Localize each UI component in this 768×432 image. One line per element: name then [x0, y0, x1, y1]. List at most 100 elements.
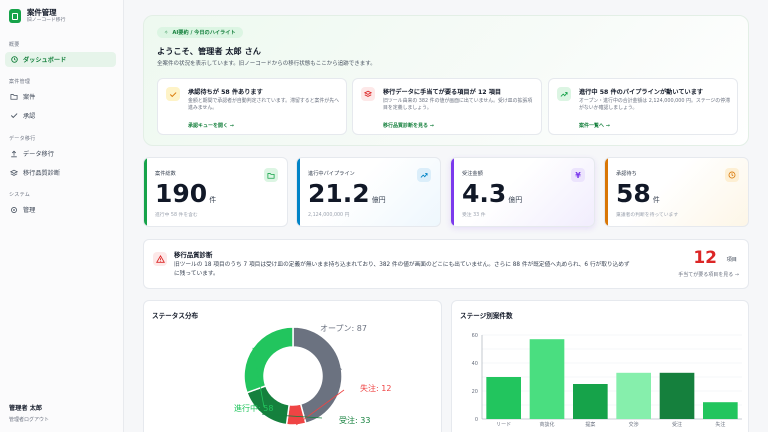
main-content: ✧ AI要約 / 今日のハイライト ようこそ、管理者 太郎 さん 全案件の状況を…: [124, 0, 768, 432]
kpi-total-cases[interactable]: 案件総数 190 件 進行中 58 件を含む: [143, 157, 288, 227]
status-donut-chart: オープン: 87 失注: 12 受注: 33 進行中: 58: [234, 324, 391, 426]
sidebar: 案件管理 旧ノーコード移行 概要 ダッシュボード 案件管理 案件 承認 データ移…: [0, 0, 124, 432]
brand-subtitle: 旧ノーコード移行: [27, 18, 66, 23]
layers-icon: [10, 169, 18, 177]
check-icon: [10, 112, 18, 120]
warning-icon: [153, 252, 167, 266]
kpi-label: 案件総数: [155, 171, 176, 177]
go-to-case-list-link[interactable]: 案件一覧へ →: [579, 122, 610, 129]
sidebar-item-label: データ移行: [23, 151, 54, 158]
ai-summary-pill-label: AI要約 / 今日のハイライト: [172, 30, 236, 36]
stage-chart-panel: ステージ別案件数 0 20 40 60 リード 商談化 提案 交渉 受注 失注: [451, 300, 749, 432]
kpi-number: 21.2: [308, 179, 370, 208]
clock-icon: [725, 168, 739, 182]
brand[interactable]: 案件管理 旧ノーコード移行: [9, 8, 65, 24]
kpi-pipeline[interactable]: 進行中パイプライン 21.2 億円 2,124,000,000 円: [296, 157, 441, 227]
donut-slice-label: 失注: 12: [360, 383, 391, 393]
kpi-pending-approvals[interactable]: 承認待ち 58 件 稟議者の判断を待っています: [604, 157, 749, 227]
kpi-value: 190 件: [155, 180, 216, 214]
kpi-accent-bar: [605, 158, 608, 226]
view-quality-diagnosis-link[interactable]: 移行品質診断を見る →: [383, 122, 434, 129]
kpi-label: 受注金額: [462, 171, 483, 177]
check-icon: [166, 87, 180, 101]
bar[interactable]: [659, 372, 695, 419]
kpi-value: 58 件: [616, 180, 660, 214]
donut-slice-label: オープン: 87: [320, 324, 367, 333]
kpi-number: 190: [155, 179, 208, 208]
nav-section-case-mgmt: 案件管理: [9, 79, 31, 85]
bar[interactable]: [703, 402, 738, 419]
sidebar-item-admin[interactable]: 管理: [5, 202, 116, 217]
kpi-value: 4.3 億円: [462, 180, 522, 214]
y-tick-label: 40: [472, 361, 478, 367]
sidebar-item-cases[interactable]: 案件: [5, 89, 116, 104]
upload-icon: [10, 150, 18, 158]
kpi-value: 21.2 億円: [308, 180, 386, 214]
donut-slice-label: 受注: 33: [339, 415, 370, 425]
ai-highlight-panel: ✧ AI要約 / 今日のハイライト ようこそ、管理者 太郎 さん 全案件の状況を…: [143, 15, 749, 146]
welcome-subtitle: 全案件の状況を表示しています。旧ノーコードからの移行状態もここから追跡できます。: [157, 61, 376, 67]
bar[interactable]: [529, 339, 565, 419]
y-tick-label: 0: [475, 417, 478, 423]
kpi-sub: 2,124,000,000 円: [308, 213, 350, 218]
view-items-needing-fix-link[interactable]: 手当てが要る項目を見る →: [678, 271, 739, 278]
sidebar-item-label: ダッシュボード: [23, 57, 67, 64]
nav-section-migration: データ移行: [9, 136, 36, 142]
sparkle-icon: ✧: [164, 29, 169, 36]
bar[interactable]: [616, 372, 651, 419]
sidebar-item-approvals[interactable]: 承認: [5, 108, 116, 123]
quality-count-unit: 項目: [726, 257, 737, 263]
migration-quality-banner: 移行品質診断 旧ツールの 18 項目のうち 7 項目は受け皿の定義が無いまま持ち…: [143, 239, 749, 289]
quality-desc: 旧ツールの 18 項目のうち 7 項目は受け皿の定義が無いまま持ち込まれており、…: [174, 262, 630, 277]
x-tick-label: 商談化: [539, 421, 554, 428]
kpi-won-amount[interactable]: 受注金額 4.3 億円 受注 33 件 ¥: [450, 157, 595, 227]
highlight-card-desc: 金額と期間で承認者が自動判定されています。滞留すると案件が先へ進みません。: [188, 98, 339, 112]
x-tick-label: 受注: [672, 421, 682, 428]
layers-icon: [361, 87, 375, 101]
nav-section-system: システム: [9, 192, 31, 198]
gear-icon: [10, 206, 18, 214]
app-logo-icon: [9, 9, 21, 23]
sidebar-item-data-migration[interactable]: データ移行: [5, 146, 116, 161]
bar[interactable]: [573, 384, 608, 419]
bar[interactable]: [486, 377, 521, 419]
highlight-card-title: 承認待ちが 58 件あります: [188, 89, 263, 96]
kpi-number: 58: [616, 179, 651, 208]
kpi-unit: 件: [209, 196, 217, 204]
donut-slice-label: 進行中: 58: [234, 403, 273, 413]
x-tick-label: リード: [496, 422, 511, 428]
kpi-unit: 億円: [371, 196, 386, 204]
open-approval-queue-link[interactable]: 承認キューを開く →: [188, 122, 234, 129]
highlight-card-title: 進行中 58 件のパイプラインが動いています: [579, 89, 704, 96]
x-tick-label: 提案: [585, 421, 595, 428]
logout-link[interactable]: 管理者ログアウト: [9, 416, 49, 423]
highlight-card-migration: 移行データに手当てが要る項目が 12 項目 旧ツール由来の 382 件の値が画面…: [352, 78, 542, 135]
yen-icon: ¥: [571, 168, 585, 182]
sidebar-item-quality[interactable]: 移行品質診断: [5, 165, 116, 180]
y-tick-label: 60: [472, 333, 478, 339]
sidebar-item-label: 承認: [23, 113, 36, 120]
quality-title: 移行品質診断: [174, 251, 213, 259]
nav-section-overview: 概要: [9, 42, 20, 48]
kpi-label: 承認待ち: [616, 171, 637, 177]
highlight-card-approvals: 承認待ちが 58 件あります 金額と期間で承認者が自動判定されています。滞留する…: [157, 78, 347, 135]
kpi-sub: 受注 33 件: [462, 213, 486, 218]
status-chart-panel: ステータス分布 オープン: 87 失注: 12 受注: 33 進行中: 58: [143, 300, 442, 432]
highlight-card-title: 移行データに手当てが要る項目が 12 項目: [383, 89, 502, 96]
sidebar-item-label: 案件: [23, 94, 36, 101]
quality-count: 12: [693, 248, 717, 268]
stage-bar-chart: 0 20 40 60 リード 商談化 提案 交渉 受注 失注: [472, 333, 742, 428]
highlight-card-pipeline: 進行中 58 件のパイプラインが動いています オープン・進行中の合計金額は 2,…: [548, 78, 738, 135]
kpi-accent-bar: [144, 158, 147, 226]
donut-slice[interactable]: [243, 326, 294, 394]
x-tick-label: 失注: [715, 421, 725, 428]
sidebar-item-label: 移行品質診断: [23, 170, 61, 177]
trend-up-icon: [417, 168, 431, 182]
folder-icon: [10, 93, 18, 101]
kpi-label: 進行中パイプライン: [308, 171, 355, 177]
sidebar-item-label: 管理: [23, 207, 36, 214]
sidebar-item-dashboard[interactable]: ダッシュボード: [5, 52, 116, 67]
kpi-accent-bar: [297, 158, 300, 226]
kpi-unit: 件: [652, 196, 660, 204]
kpi-unit: 億円: [508, 196, 523, 204]
